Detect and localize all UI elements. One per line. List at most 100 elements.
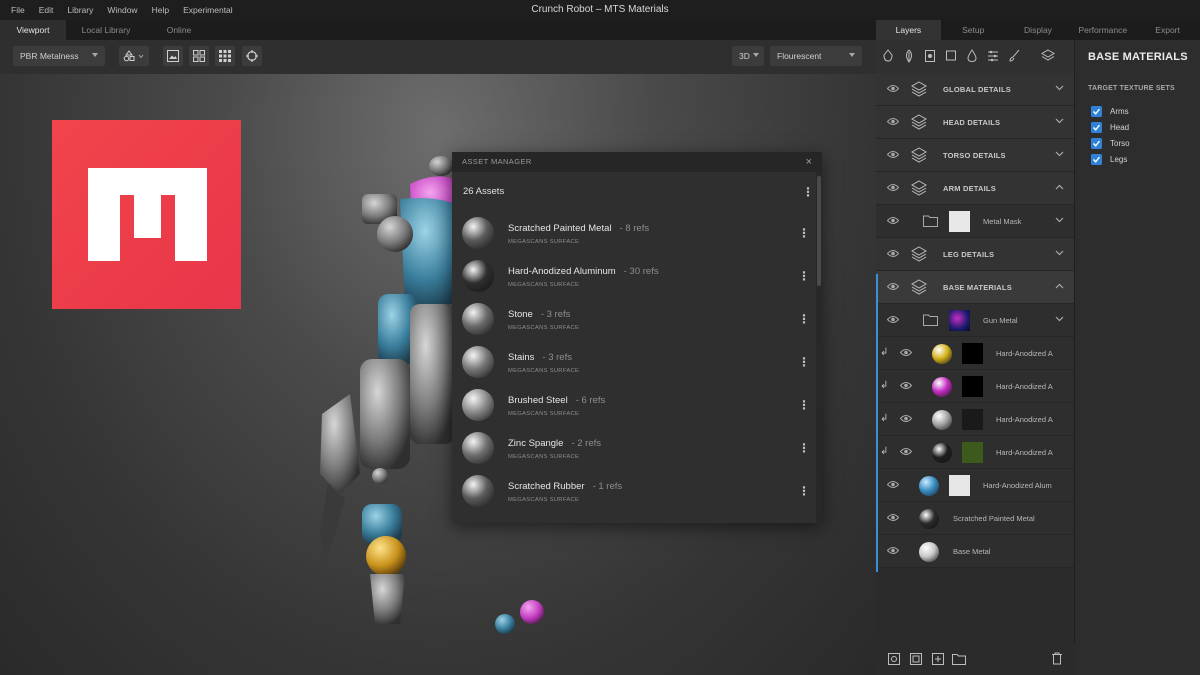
layer-group-label: ARM DETAILS — [943, 184, 996, 193]
close-icon[interactable]: × — [802, 155, 816, 169]
eye-icon[interactable] — [900, 414, 912, 423]
texture-thumbnail — [962, 343, 983, 364]
chevron-down-icon[interactable] — [1055, 85, 1064, 91]
layer-child-row[interactable]: ↲ Hard-Anodized A — [876, 337, 1074, 370]
tab-export[interactable]: Export — [1135, 20, 1200, 40]
target-button[interactable] — [242, 46, 262, 66]
texture-set-checkbox[interactable] — [1091, 106, 1102, 117]
layer-child-row[interactable]: ↲ Hard-Anodized A — [876, 436, 1074, 469]
asset-row[interactable]: Scratched Painted Metal - 8 refs MEGASCANS… — [452, 212, 816, 255]
layer-child-row[interactable]: Base Metal — [876, 535, 1074, 568]
texture-set-checkbox[interactable] — [1091, 138, 1102, 149]
layer-group-row[interactable]: LEG DETAILS — [876, 238, 1074, 271]
trash-icon[interactable] — [1051, 652, 1063, 665]
eye-icon[interactable] — [887, 216, 899, 225]
more-options-icon[interactable]: ⋮ — [798, 398, 810, 412]
square-icon[interactable] — [945, 49, 966, 65]
chevron-up-icon[interactable] — [1055, 184, 1064, 190]
shapes-icon — [123, 50, 144, 62]
eye-icon[interactable] — [887, 480, 899, 489]
add-mask-icon[interactable] — [910, 653, 922, 665]
3d-viewport[interactable]: ASSET MANAGER × 26 Assets ⋮ Scratched Pa… — [0, 74, 876, 675]
texture-set-checkbox[interactable] — [1091, 154, 1102, 165]
leaf-icon[interactable] — [903, 49, 924, 65]
eye-icon[interactable] — [887, 84, 899, 93]
tab-layers[interactable]: Layers — [876, 20, 941, 40]
eye-icon[interactable] — [887, 183, 899, 192]
lighting-dropdown[interactable]: Flourescent — [770, 46, 862, 66]
asset-row[interactable]: Scratched Rubber - 1 refs MEGASCANS SURFAC… — [452, 470, 816, 513]
grid-2x2-button[interactable] — [189, 46, 209, 66]
paint-layer-icon[interactable] — [882, 48, 903, 65]
procedural-icon[interactable] — [924, 49, 945, 65]
tab-viewport[interactable]: Viewport — [0, 20, 66, 40]
chevron-down-icon[interactable] — [1055, 118, 1064, 124]
eye-icon[interactable] — [887, 249, 899, 258]
tab-display[interactable]: Display — [1006, 20, 1071, 40]
eye-icon[interactable] — [900, 348, 912, 357]
adjustments-icon[interactable] — [987, 49, 1008, 65]
add-procedural-icon[interactable] — [932, 653, 944, 665]
asset-row[interactable]: Zinc Spangle - 2 refs MEGASCANS SURFACE ⋮ — [452, 427, 816, 470]
more-options-icon[interactable]: ⋮ — [798, 226, 810, 240]
chevron-up-icon[interactable] — [1055, 283, 1064, 289]
eye-icon[interactable] — [887, 150, 899, 159]
layer-child-row[interactable]: ↲ Hard-Anodized A — [876, 370, 1074, 403]
menu-file[interactable]: File — [4, 0, 32, 20]
menu-edit[interactable]: Edit — [32, 0, 61, 20]
layer-group-row[interactable]: ARM DETAILS — [876, 172, 1074, 205]
folder-icon[interactable] — [952, 653, 966, 665]
image-view-button[interactable] — [163, 46, 183, 66]
more-options-icon[interactable]: ⋮ — [798, 484, 810, 498]
eye-icon[interactable] — [887, 315, 899, 324]
more-options-icon[interactable]: ⋮ — [802, 185, 814, 199]
more-options-icon[interactable]: ⋮ — [798, 269, 810, 283]
layer-group-row[interactable]: TORSO DETAILS — [876, 139, 1074, 172]
shader-dropdown[interactable]: PBR Metalness — [13, 46, 105, 66]
chevron-down-icon[interactable] — [1055, 151, 1064, 157]
chevron-down-icon[interactable] — [1055, 217, 1064, 223]
menu-experimental[interactable]: Experimental — [176, 0, 240, 20]
layer-group-row[interactable]: HEAD DETAILS — [876, 106, 1074, 139]
layer-child-row[interactable]: ↲ Hard-Anodized A — [876, 403, 1074, 436]
brush-icon[interactable] — [1008, 49, 1029, 65]
texture-set-checkbox[interactable] — [1091, 122, 1102, 133]
eye-icon[interactable] — [887, 117, 899, 126]
eye-icon[interactable] — [900, 381, 912, 390]
eye-icon[interactable] — [900, 447, 912, 456]
layer-child-row[interactable]: Metal Mask — [876, 205, 1074, 238]
eye-icon[interactable] — [887, 546, 899, 555]
asset-row[interactable]: Stone - 3 refs MEGASCANS SURFACE ⋮ — [452, 298, 816, 341]
chevron-down-icon[interactable] — [1055, 250, 1064, 256]
more-options-icon[interactable]: ⋮ — [798, 312, 810, 326]
asset-row[interactable]: Brushed Steel - 6 refs MEGASCANS SURFACE ⋮ — [452, 384, 816, 427]
material-sphere-icon — [932, 344, 952, 364]
layer-group-row[interactable]: GLOBAL DETAILS — [876, 73, 1074, 106]
layer-child-row[interactable]: Hard-Anodized Alum — [876, 469, 1074, 502]
scrollbar-thumb[interactable] — [817, 176, 821, 286]
asset-row[interactable]: Hard-Anodized Aluminum - 30 refs MEGASCANS… — [452, 255, 816, 298]
chevron-down-icon[interactable] — [1055, 316, 1064, 322]
shapes-button[interactable] — [119, 46, 149, 66]
tab-setup[interactable]: Setup — [941, 20, 1006, 40]
layers-stack-icon[interactable] — [1041, 48, 1062, 65]
tab-performance[interactable]: Performance — [1070, 20, 1135, 40]
eye-icon[interactable] — [887, 513, 899, 522]
add-layer-icon[interactable] — [888, 653, 900, 665]
menu-help[interactable]: Help — [145, 0, 176, 20]
layer-child-row[interactable]: Gun Metal — [876, 304, 1074, 337]
more-options-icon[interactable]: ⋮ — [798, 441, 810, 455]
tab-local-library[interactable]: Local Library — [66, 20, 146, 40]
asset-list-scrollbar[interactable] — [816, 172, 822, 523]
menu-library[interactable]: Library — [60, 0, 100, 20]
tab-online[interactable]: Online — [146, 20, 212, 40]
view-mode-dropdown[interactable]: 3D — [732, 46, 764, 66]
layer-group-row[interactable]: BASE MATERIALS — [876, 271, 1074, 304]
grid-3x3-button[interactable] — [215, 46, 235, 66]
eye-icon[interactable] — [887, 282, 899, 291]
drop-icon[interactable] — [966, 48, 987, 65]
asset-row[interactable]: Stains - 3 refs MEGASCANS SURFACE ⋮ — [452, 341, 816, 384]
more-options-icon[interactable]: ⋮ — [798, 355, 810, 369]
menu-window[interactable]: Window — [100, 0, 144, 20]
layer-child-row[interactable]: Scratched Painted Metal — [876, 502, 1074, 535]
